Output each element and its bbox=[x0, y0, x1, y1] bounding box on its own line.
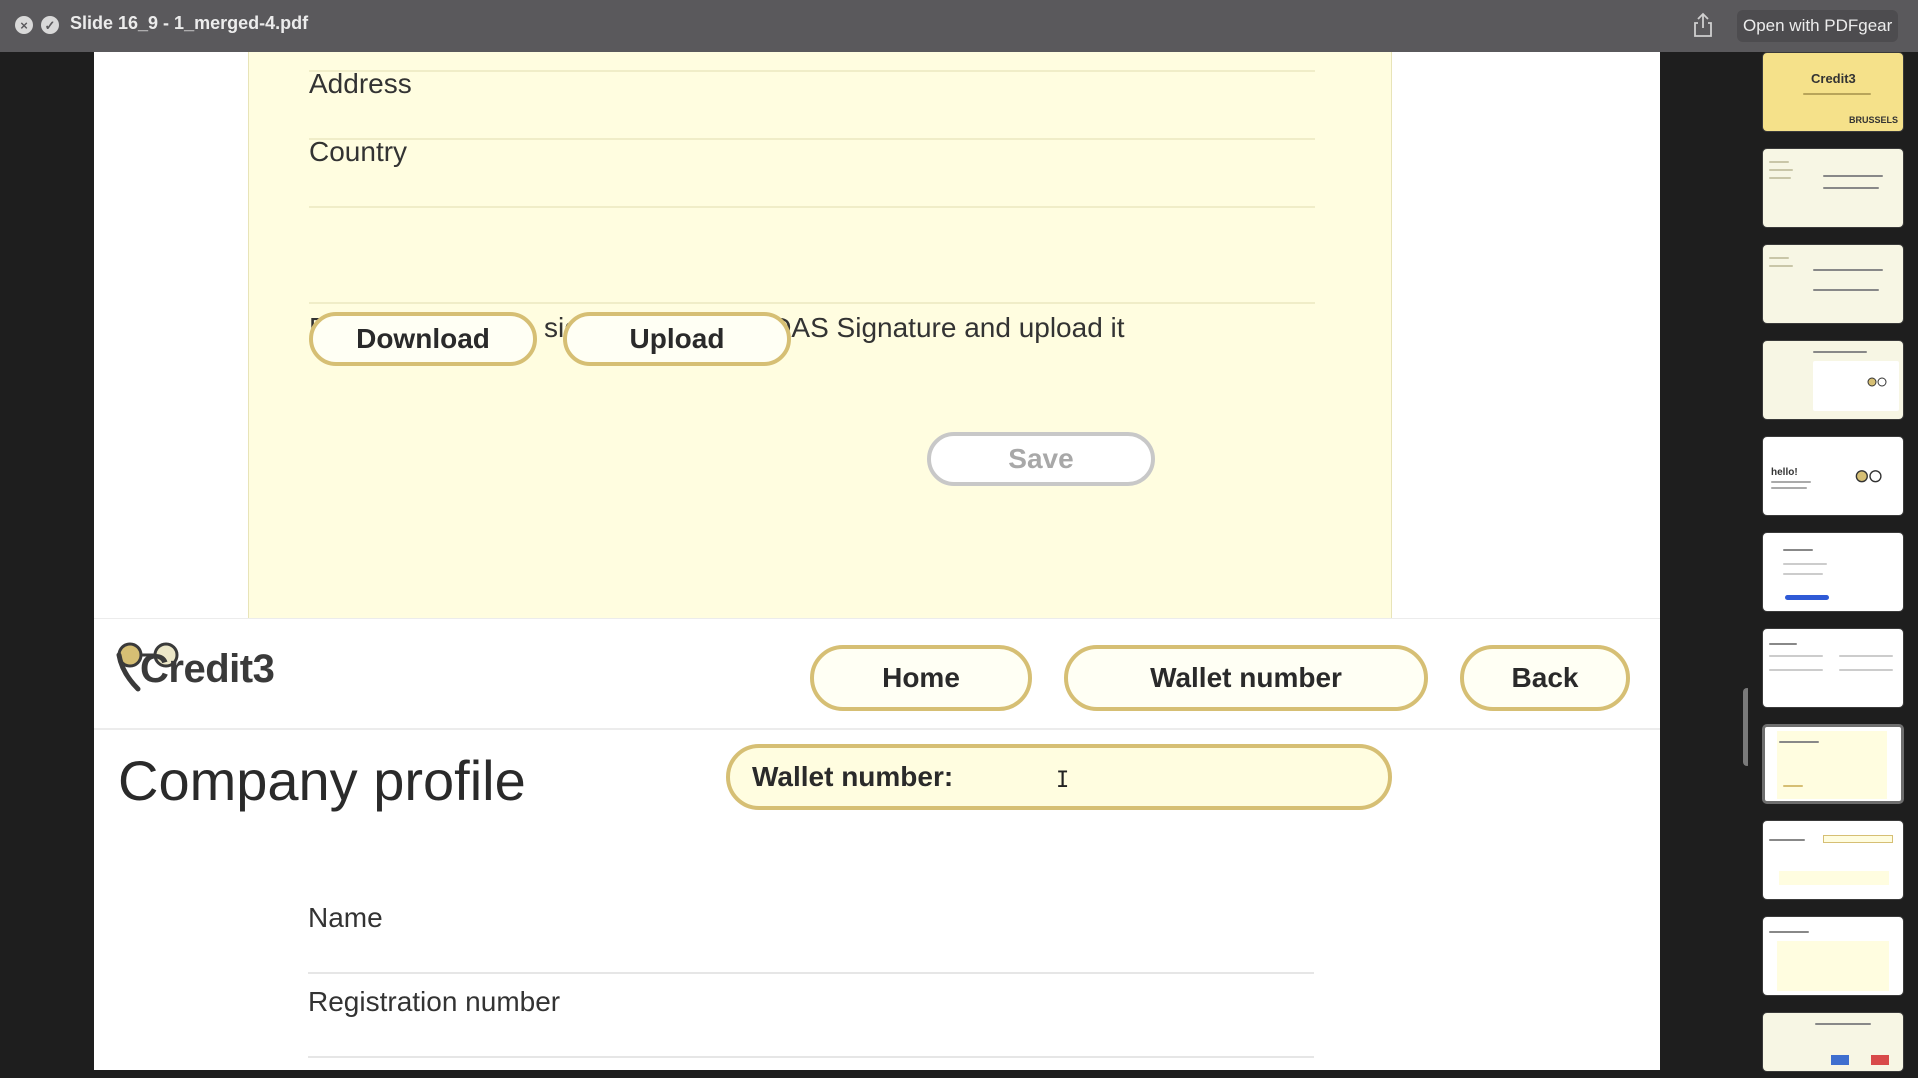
wallet-number-button[interactable]: Wallet number bbox=[1064, 645, 1428, 711]
field-divider bbox=[309, 206, 1315, 208]
save-button[interactable]: Save bbox=[927, 432, 1155, 486]
thumbnail-page-9[interactable] bbox=[1762, 820, 1904, 900]
close-icon[interactable]: × bbox=[15, 16, 33, 34]
wallet-field-label: Wallet number: bbox=[752, 761, 954, 792]
thumbnail-page-10[interactable] bbox=[1762, 916, 1904, 996]
address-label[interactable]: Address bbox=[309, 68, 412, 100]
country-label[interactable]: Country bbox=[309, 136, 407, 168]
field-divider bbox=[309, 138, 1315, 140]
home-button[interactable]: Home bbox=[810, 645, 1032, 711]
thumbnail-page-5[interactable]: hello! bbox=[1762, 436, 1904, 516]
app-header: Credit3 Home Wallet number Back bbox=[94, 618, 1660, 730]
thumbnail-page-1[interactable]: Credit3 BRUSSELS bbox=[1762, 52, 1904, 132]
address-form: Address Country Download this file, sign… bbox=[248, 52, 1392, 618]
title-bar: × ✓ Slide 16_9 - 1_merged-4.pdf Open wit… bbox=[0, 0, 1918, 52]
thumbnail-sidebar: Credit3 BRUSSELS hello! bbox=[1748, 52, 1918, 1072]
thumbnail-page-2[interactable] bbox=[1762, 148, 1904, 228]
thumbnail-page-4[interactable] bbox=[1762, 340, 1904, 420]
download-button[interactable]: Download bbox=[309, 312, 537, 366]
thumbnail-page-3[interactable] bbox=[1762, 244, 1904, 324]
upload-button[interactable]: Upload bbox=[563, 312, 791, 366]
share-icon[interactable] bbox=[1692, 12, 1714, 38]
thumbnail-page-6[interactable] bbox=[1762, 532, 1904, 612]
pdf-page: Address Country Download this file, sign… bbox=[94, 52, 1660, 1070]
logo-text: Credit3 bbox=[140, 647, 275, 691]
document-title: Slide 16_9 - 1_merged-4.pdf bbox=[70, 13, 309, 33]
text-cursor-icon: I bbox=[1056, 768, 1070, 793]
check-icon[interactable]: ✓ bbox=[41, 16, 59, 34]
thumbnail-page-7[interactable] bbox=[1762, 628, 1904, 708]
open-with-pdfgear-button[interactable]: Open with PDFgear bbox=[1737, 10, 1899, 42]
thumbnail-page-11[interactable] bbox=[1762, 1012, 1904, 1072]
field-divider bbox=[309, 302, 1315, 304]
back-button[interactable]: Back bbox=[1460, 645, 1630, 711]
field-divider bbox=[309, 70, 1315, 72]
thumbnail-page-8[interactable] bbox=[1762, 724, 1904, 804]
